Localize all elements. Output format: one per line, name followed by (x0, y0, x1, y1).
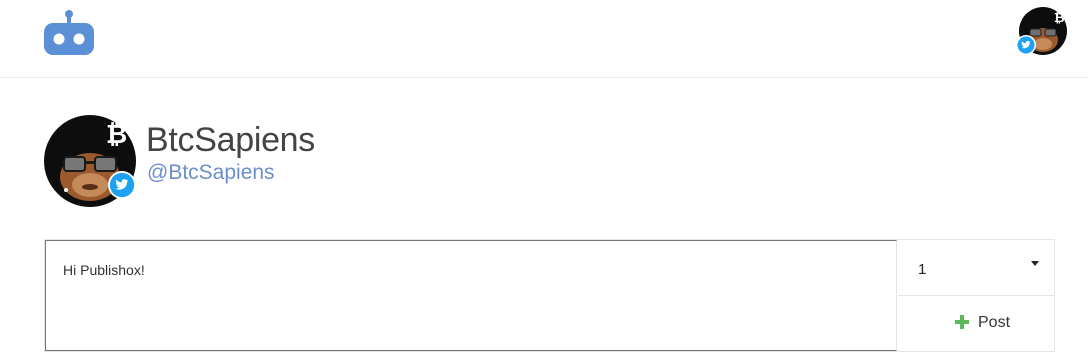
caret-down-icon (1031, 261, 1039, 266)
count-select-value: 1 (918, 261, 927, 278)
profile-name: BtcSapiens (146, 121, 315, 159)
profile-handle[interactable]: @BtcSapiens (147, 161, 275, 185)
count-select[interactable]: 1 (898, 240, 1054, 296)
post-text-input[interactable]: Hi Publishox! (45, 240, 897, 351)
svg-text:₿: ₿ (1054, 11, 1065, 26)
top-navbar: ₿ (0, 0, 1088, 78)
robot-logo-icon[interactable] (43, 10, 95, 56)
post-composer: Hi Publishox! 1 Post (44, 239, 1055, 352)
post-button[interactable]: Post (898, 297, 1054, 351)
post-button-label: Post (978, 314, 1011, 331)
plus-icon (955, 315, 969, 329)
top-avatar-twitter-badge-icon (1016, 35, 1036, 55)
profile-twitter-badge-icon (108, 171, 136, 199)
svg-text:₿: ₿ (106, 120, 127, 150)
